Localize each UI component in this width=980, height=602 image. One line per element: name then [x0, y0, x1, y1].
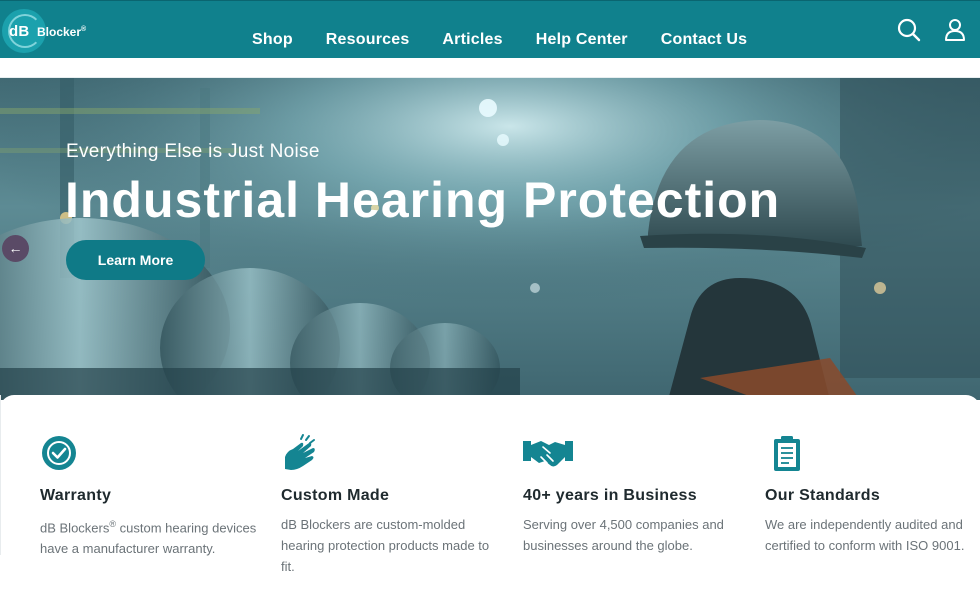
nav-help-center[interactable]: Help Center	[536, 31, 628, 49]
handshake-icon	[523, 441, 573, 467]
search-icon[interactable]	[896, 17, 922, 43]
feature-title: Custom Made	[281, 487, 390, 504]
section-divider	[0, 395, 1, 555]
feature-title: Our Standards	[765, 487, 881, 504]
main-nav: Shop Resources Articles Help Center Cont…	[252, 31, 780, 49]
learn-more-button[interactable]: Learn More	[66, 240, 205, 280]
hero-background-image	[0, 78, 980, 400]
features-section: Warranty dB Blockers® custom hearing dev…	[0, 395, 980, 602]
feature-title: 40+ years in Business	[523, 487, 697, 504]
nav-contact-us[interactable]: Contact Us	[661, 31, 747, 49]
feature-description: dB Blockers® custom hearing devices have…	[40, 519, 257, 557]
logo[interactable]: dB Blocker®	[2, 6, 112, 54]
nav-articles[interactable]: Articles	[442, 31, 502, 49]
hero-tagline: Everything Else is Just Noise	[66, 141, 320, 162]
clapping-hands-icon	[285, 434, 315, 470]
feature-description: We are independently audited and certifi…	[765, 517, 965, 553]
site-header: dB Blocker® Shop Resources Articles Help…	[0, 0, 980, 58]
header-sub-strip	[0, 58, 980, 78]
nav-resources[interactable]: Resources	[326, 31, 410, 49]
clipboard-icon	[774, 436, 800, 471]
page: dB Blocker® Shop Resources Articles Help…	[0, 0, 980, 602]
check-badge-icon	[42, 436, 76, 470]
feature-description: dB Blockers are custom-molded hearing pr…	[281, 517, 490, 574]
hero-banner: ← Everything Else is Just Noise Industri…	[0, 78, 980, 400]
carousel-prev-arrow[interactable]: ←	[2, 235, 29, 262]
hero-headline: Industrial Hearing Protection	[65, 172, 781, 228]
nav-shop[interactable]: Shop	[252, 31, 293, 49]
logo-db-text: dB	[9, 23, 30, 40]
feature-title: Warranty	[40, 487, 112, 504]
feature-description: Serving over 4,500 companies and busines…	[523, 517, 724, 553]
user-icon[interactable]	[942, 17, 968, 43]
logo-brand-text: Blocker®	[37, 25, 87, 39]
